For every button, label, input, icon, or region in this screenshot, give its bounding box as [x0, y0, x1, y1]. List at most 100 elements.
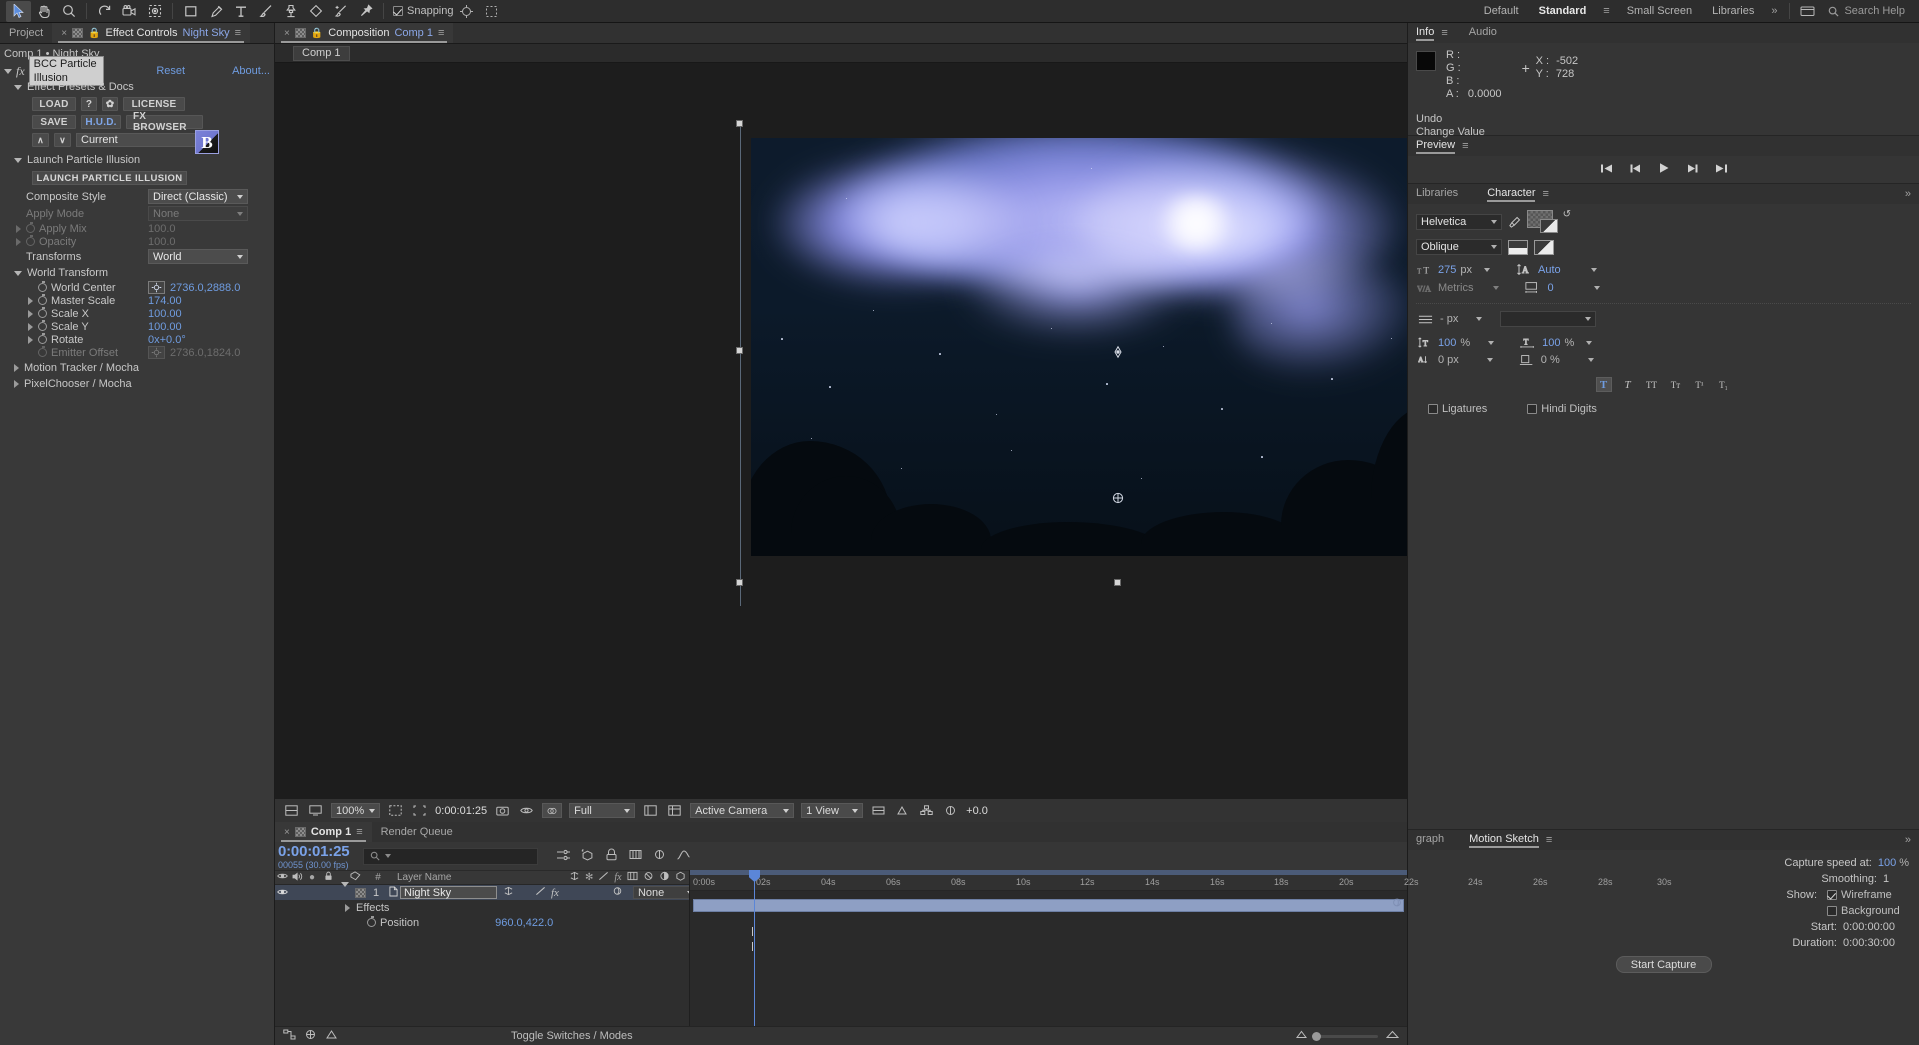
magnification-dropdown[interactable]: 100%: [331, 803, 381, 818]
tab-motion-sketch[interactable]: Motion Sketch: [1469, 833, 1539, 848]
preset-up-button[interactable]: ∧: [32, 133, 49, 147]
no-fill-icon[interactable]: [1534, 239, 1554, 255]
stopwatch-icon[interactable]: [38, 307, 47, 318]
position-value[interactable]: 960.0,422.0: [495, 917, 553, 929]
camera-dropdown[interactable]: Active Camera: [690, 803, 795, 818]
frame-blend-icon[interactable]: [627, 871, 638, 884]
exposure-reset-icon[interactable]: [942, 803, 959, 818]
video-visibility-icon[interactable]: [275, 872, 289, 883]
anchor-point-icon[interactable]: [1111, 345, 1124, 359]
preset-down-button[interactable]: ∨: [54, 133, 71, 147]
selection-handle-tl[interactable]: [736, 120, 743, 127]
layer-effects-switch[interactable]: fx: [551, 887, 559, 899]
hindi-digits-toggle[interactable]: Hindi Digits: [1527, 403, 1597, 415]
background-toggle[interactable]: Background: [1827, 905, 1909, 917]
current-time-display[interactable]: 0:00:01:25 00055 (30.00 fps): [275, 843, 363, 870]
world-center-picker[interactable]: [148, 281, 165, 294]
hand-tool[interactable]: [31, 1, 56, 22]
param-composite-style[interactable]: Composite Style Direct (Classic): [0, 188, 274, 205]
snapping-target-icon[interactable]: [454, 1, 479, 22]
show-snapshot-icon[interactable]: [518, 803, 535, 818]
license-button[interactable]: LICENSE: [123, 97, 185, 111]
channel-dropdown[interactable]: [542, 803, 563, 818]
chevron-down-icon[interactable]: [1483, 267, 1490, 272]
workspace-small-screen[interactable]: Small Screen: [1617, 0, 1702, 23]
column-layer-name[interactable]: Layer Name: [389, 872, 569, 883]
time-ruler[interactable]: 0:00s 02s 04s 06s 08s 10s 12s 14s 16s 18…: [690, 875, 1672, 891]
exposure-value[interactable]: +0.0: [966, 805, 988, 817]
tab-effect-controls[interactable]: × 🔒 Effect Controls Night Sky ≡: [52, 23, 250, 43]
motion-tracker-section[interactable]: Motion Tracker / Mocha: [0, 360, 274, 376]
world-transform-section[interactable]: World Transform: [0, 265, 274, 281]
layer-visibility-icon[interactable]: [275, 887, 289, 899]
chevron-down-icon[interactable]: [1587, 358, 1594, 362]
twirl-right-icon[interactable]: [16, 224, 21, 233]
tracking-value[interactable]: 0: [1547, 282, 1553, 294]
enable-motion-blur-icon[interactable]: [648, 848, 670, 864]
master-scale-value[interactable]: 174.00: [148, 295, 182, 307]
twirl-down-icon[interactable]: [14, 157, 22, 163]
snapping-checkbox[interactable]: [393, 6, 403, 16]
param-world-center[interactable]: World Center 2736.0,2888.0: [0, 281, 274, 294]
collapse-transform-icon[interactable]: ✻: [585, 872, 593, 883]
boris-logo[interactable]: B: [195, 130, 219, 154]
zoom-tool[interactable]: [56, 1, 81, 22]
tab-libraries[interactable]: Libraries: [1416, 187, 1458, 201]
font-size-value[interactable]: 275: [1438, 264, 1456, 276]
stopwatch-icon[interactable]: [26, 235, 35, 246]
shy-switch-icon[interactable]: [569, 871, 580, 884]
composition-viewer[interactable]: [275, 63, 1407, 798]
load-button[interactable]: LOAD: [32, 97, 76, 111]
selection-handle-ml[interactable]: [736, 347, 743, 354]
column-index[interactable]: #: [367, 872, 389, 883]
faux-bold-button[interactable]: T: [1595, 377, 1612, 392]
font-family-select[interactable]: Helvetica: [1416, 214, 1502, 230]
hindi-digits-checkbox[interactable]: [1527, 404, 1538, 414]
tab-character[interactable]: Character: [1487, 187, 1536, 202]
layer-keyframe-nav-icon[interactable]: [1391, 897, 1403, 911]
workspace-menu-icon[interactable]: ≡: [1596, 5, 1616, 17]
hud-button[interactable]: H.U.D.: [81, 115, 121, 129]
play-button[interactable]: [1658, 162, 1670, 177]
search-help[interactable]: Search Help: [1820, 0, 1913, 23]
workspace-libraries[interactable]: Libraries: [1702, 0, 1764, 23]
chevron-down-icon[interactable]: [1493, 285, 1500, 290]
footer-timecode[interactable]: 0:00:01:25: [435, 805, 487, 817]
fill-stroke-toggle-icon[interactable]: [1508, 239, 1528, 255]
param-transforms[interactable]: Transforms World: [0, 248, 274, 265]
stopwatch-icon[interactable]: [38, 346, 47, 357]
stopwatch-icon[interactable]: [26, 222, 35, 233]
tab-preview[interactable]: Preview: [1416, 139, 1456, 154]
font-style-select[interactable]: Oblique: [1416, 239, 1502, 255]
panel-menu-icon[interactable]: ≡: [356, 826, 362, 838]
tab-graph[interactable]: graph: [1416, 833, 1444, 847]
comp-canvas[interactable]: [275, 63, 1407, 798]
lock-icon[interactable]: 🔒: [311, 28, 323, 39]
toggle-switches-modes[interactable]: Toggle Switches / Modes: [511, 1030, 633, 1042]
tsume-value[interactable]: 0 %: [1541, 354, 1560, 366]
draft-3d-icon[interactable]: [576, 848, 598, 864]
motion-blur-settings-icon[interactable]: [325, 1029, 338, 1043]
save-button[interactable]: SAVE: [32, 115, 76, 129]
stroke-type-select[interactable]: [1500, 311, 1597, 327]
snapping-grid-icon[interactable]: [479, 1, 504, 22]
tab-composition[interactable]: × 🔒 Composition Comp 1 ≡: [275, 23, 454, 43]
tab-render-queue[interactable]: Render Queue: [372, 822, 462, 842]
start-capture-button[interactable]: Start Capture: [1615, 956, 1712, 973]
panel-menu-icon[interactable]: ≡: [1542, 188, 1548, 200]
panel-menu-icon[interactable]: ≡: [438, 27, 444, 39]
param-scale-y[interactable]: Scale Y 100.00: [0, 320, 274, 333]
background-checkbox[interactable]: [1827, 906, 1837, 916]
chevron-down-icon[interactable]: [1486, 358, 1493, 362]
chevron-down-icon[interactable]: [1586, 340, 1593, 345]
views-dropdown[interactable]: 1 View: [801, 803, 864, 818]
graph-editor-icon[interactable]: [672, 848, 694, 864]
stopwatch-icon[interactable]: [38, 320, 47, 331]
stroke-color-swatch[interactable]: [1540, 219, 1558, 233]
panel-overflow-icon[interactable]: »: [1905, 188, 1911, 200]
chevron-down-icon[interactable]: [1476, 317, 1483, 321]
close-icon[interactable]: ×: [284, 827, 290, 838]
param-scale-x[interactable]: Scale X 100.00: [0, 307, 274, 320]
tab-comp1-timeline[interactable]: × Comp 1 ≡: [275, 822, 372, 842]
hide-shy-layers-icon[interactable]: [600, 848, 622, 864]
